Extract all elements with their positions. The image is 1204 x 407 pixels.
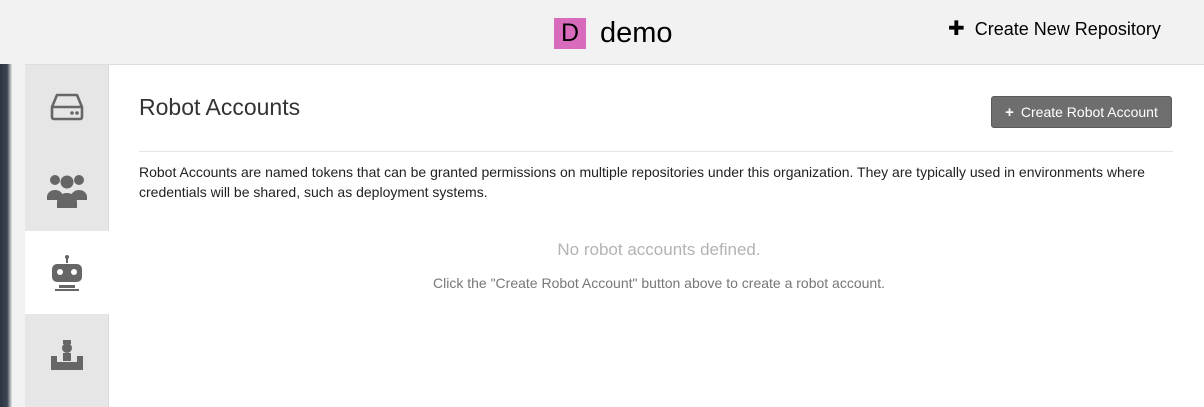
- create-robot-account-button[interactable]: + Create Robot Account: [991, 96, 1172, 128]
- users-icon: [46, 172, 88, 208]
- org-name[interactable]: demo: [600, 15, 673, 51]
- create-robot-label: Create Robot Account: [1020, 104, 1158, 120]
- org-sidebar: [25, 65, 109, 407]
- divider: [139, 151, 1173, 152]
- sidebar-item-members[interactable]: [25, 314, 108, 397]
- section-description: Robot Accounts are named tokens that can…: [139, 164, 1145, 200]
- create-repo-label: Create New Repository: [974, 18, 1161, 39]
- user-desk-icon: [49, 338, 85, 374]
- create-new-repository-link[interactable]: ✚ Create New Repository: [948, 16, 1161, 42]
- sidebar-item-robot-accounts[interactable]: [25, 231, 109, 314]
- robot-icon: [49, 254, 85, 292]
- plus-icon: +: [1005, 103, 1014, 121]
- page-title: Robot Accounts: [139, 94, 301, 120]
- plus-icon: ✚: [948, 18, 965, 40]
- sidebar-item-teams[interactable]: [25, 148, 108, 231]
- empty-state-hint: Click the "Create Robot Account" button …: [433, 275, 885, 291]
- org-header: D demo ✚ Create New Repository: [0, 0, 1204, 64]
- hard-drive-icon: [50, 93, 84, 121]
- empty-state-title: No robot accounts defined.: [557, 240, 761, 259]
- org-avatar: D: [554, 18, 586, 49]
- sidebar-item-repositories[interactable]: [25, 65, 108, 148]
